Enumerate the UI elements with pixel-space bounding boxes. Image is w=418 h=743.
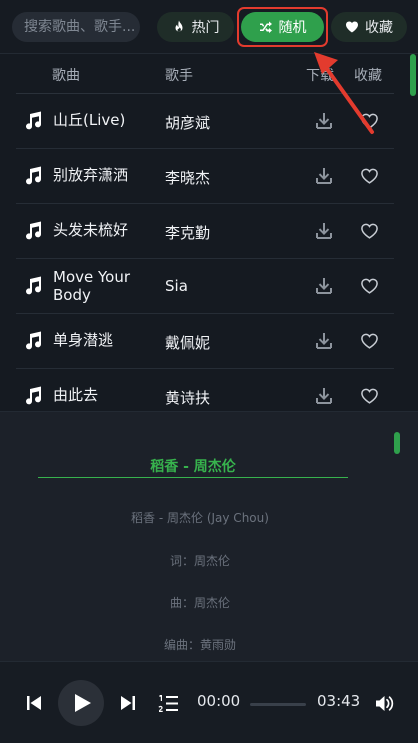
song-artist: 黄诗扶: [165, 389, 211, 407]
music-note-icon: [26, 276, 42, 295]
top-bar: 搜索歌曲、歌手... 热门 随机 收藏: [0, 0, 418, 54]
flame-icon: [175, 20, 182, 32]
play-button[interactable]: [58, 680, 104, 726]
table-row[interactable]: 由此去 黄诗扶: [16, 369, 394, 411]
annotation-arrow: [314, 52, 374, 134]
lyric-line: 编曲：黄雨勋: [163, 638, 236, 652]
heart-outline-icon[interactable]: [360, 332, 379, 350]
tab-hot-label: 热门: [191, 20, 220, 36]
download-icon[interactable]: [315, 167, 333, 185]
music-note-icon: [26, 166, 42, 185]
lyric-line: 曲：周杰伦: [169, 596, 230, 610]
progress-bar[interactable]: [250, 703, 306, 706]
heart-outline-icon[interactable]: [360, 222, 379, 240]
song-list-scrollbar[interactable]: [410, 54, 416, 96]
table-row[interactable]: Move Your Body Sia: [16, 259, 394, 314]
song-title[interactable]: Move Your Body: [53, 268, 149, 304]
song-artist: 胡彦斌: [165, 114, 211, 132]
download-icon[interactable]: [315, 332, 333, 350]
song-title[interactable]: 别放弃潇洒: [53, 166, 153, 184]
header-artist: 歌手: [165, 68, 193, 84]
song-artist: 戴佩妮: [165, 334, 211, 352]
previous-icon[interactable]: [26, 695, 42, 711]
song-title[interactable]: 山丘(Live): [53, 111, 153, 129]
heart-outline-icon[interactable]: [360, 167, 379, 185]
music-note-icon: [26, 331, 42, 350]
header-song: 歌曲: [52, 68, 80, 84]
lyrics-scrollbar[interactable]: [394, 432, 400, 454]
lyric-line: 词：周杰伦: [169, 554, 230, 568]
download-icon[interactable]: [315, 277, 333, 295]
lyric-line: 稻香 - 周杰伦 (Jay Chou): [131, 511, 269, 525]
heart-icon: [346, 21, 358, 33]
table-row[interactable]: 单身潜逃 戴佩妮: [16, 314, 394, 369]
song-title[interactable]: 由此去: [53, 386, 153, 404]
music-note-icon: [26, 221, 42, 240]
tab-favorites-label: 收藏: [365, 20, 393, 36]
song-title[interactable]: 头发未梳好: [53, 221, 153, 239]
table-row[interactable]: 别放弃潇洒 李晓杰: [16, 149, 394, 204]
lyrics-panel: 稻香 - 周杰伦 稻香 - 周杰伦 (Jay Chou) 词：周杰伦 曲：周杰伦…: [0, 411, 418, 661]
download-icon[interactable]: [315, 387, 333, 405]
music-note-icon: [26, 386, 42, 405]
playlist-icon[interactable]: [158, 694, 178, 713]
search-input[interactable]: 搜索歌曲、歌手...: [12, 12, 140, 42]
total-time: 03:43: [317, 692, 361, 710]
current-time: 00:00: [197, 692, 241, 710]
volume-icon[interactable]: [375, 695, 395, 712]
lyrics-title: 稻香 - 周杰伦: [38, 456, 348, 478]
song-artist: 李晓杰: [165, 169, 211, 187]
song-artist: 李克勤: [165, 224, 211, 242]
table-row[interactable]: 头发未梳好 李克勤: [16, 204, 394, 259]
player-bar: 00:00 03:43: [0, 661, 418, 743]
music-note-icon: [26, 111, 42, 130]
next-icon[interactable]: [120, 695, 136, 711]
heart-outline-icon[interactable]: [360, 277, 379, 295]
play-icon: [74, 694, 91, 712]
download-icon[interactable]: [315, 222, 333, 240]
heart-outline-icon[interactable]: [360, 387, 379, 405]
highlight-box: [237, 7, 328, 47]
song-artist: Sia: [165, 277, 188, 295]
song-title[interactable]: 单身潜逃: [53, 331, 153, 349]
tab-hot[interactable]: 热门: [157, 12, 234, 42]
tab-favorites[interactable]: 收藏: [331, 12, 407, 42]
